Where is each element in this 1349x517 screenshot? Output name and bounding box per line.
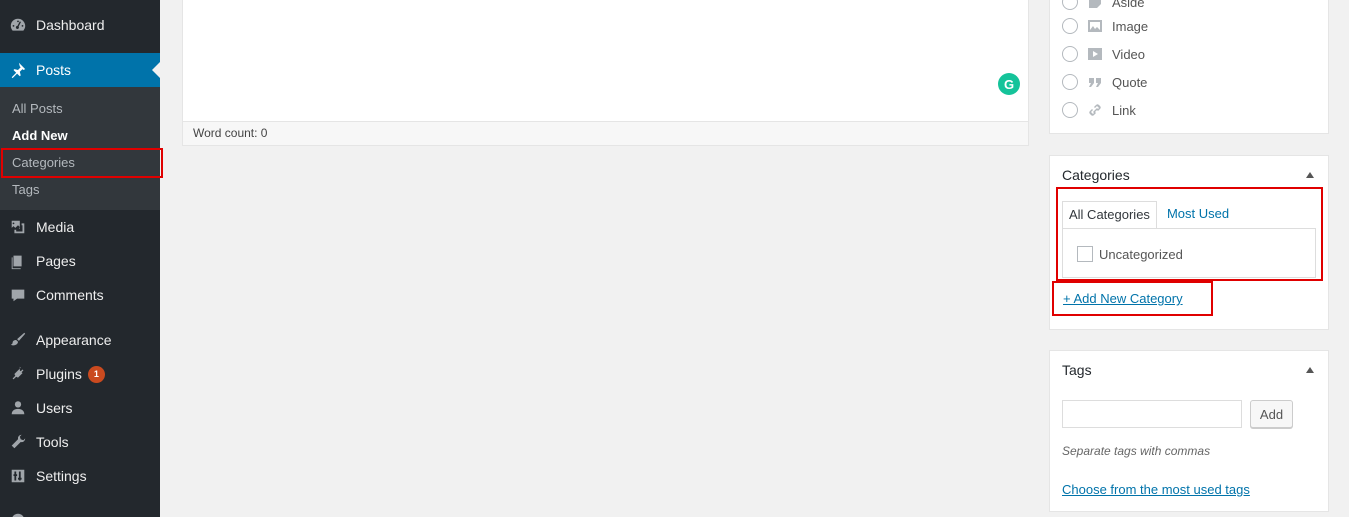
menu-label: Tools xyxy=(36,434,69,450)
admin-sidebar: Dashboard Posts All Posts Add New Catego… xyxy=(0,0,160,517)
menu-dashboard[interactable]: Dashboard xyxy=(0,8,160,42)
menu-label: Posts xyxy=(36,62,72,78)
video-icon xyxy=(1086,46,1104,62)
menu-label: Comments xyxy=(36,287,104,303)
menu-label: Media xyxy=(36,219,75,235)
radio-button[interactable] xyxy=(1062,74,1078,90)
radio-button[interactable] xyxy=(1062,46,1078,62)
format-label: Video xyxy=(1112,46,1146,62)
box-title: Tags xyxy=(1062,362,1092,378)
aside-icon xyxy=(1086,0,1104,10)
menu-appearance[interactable]: Appearance xyxy=(0,323,160,357)
pages-icon xyxy=(0,252,36,270)
submenu-all-posts[interactable]: All Posts xyxy=(12,101,63,116)
quote-icon xyxy=(1086,74,1104,90)
post-editor[interactable]: G Word count: 0 xyxy=(182,0,1029,146)
media-icon xyxy=(0,218,36,236)
format-label: Aside xyxy=(1112,0,1145,10)
format-option-quote[interactable]: Quote xyxy=(1062,74,1147,90)
format-option-aside[interactable]: Aside xyxy=(1062,0,1145,10)
radio-button[interactable] xyxy=(1062,18,1078,34)
menu-posts[interactable]: Posts xyxy=(0,53,160,87)
highlight-add-new-category xyxy=(1052,281,1213,316)
choose-most-used-tags-link[interactable]: Choose from the most used tags xyxy=(1062,482,1250,497)
word-count: Word count: 0 xyxy=(193,126,268,140)
submenu-tags[interactable]: Tags xyxy=(12,182,39,197)
tags-box: Tags Add Separate tags with commas Choos… xyxy=(1049,350,1329,512)
menu-label: Appearance xyxy=(36,332,112,348)
collapse-arrow-icon[interactable] xyxy=(1306,172,1314,178)
highlight-category-panel xyxy=(1056,187,1323,281)
menu-label: Plugins xyxy=(36,366,82,382)
menu-tools[interactable]: Tools xyxy=(0,425,160,459)
format-label: Quote xyxy=(1112,74,1148,90)
menu-label: Dashboard xyxy=(36,17,105,33)
menu-label: Pages xyxy=(36,253,76,269)
box-title: Categories xyxy=(1062,167,1130,183)
menu-label: Settings xyxy=(36,468,87,484)
menu-plugins[interactable]: Plugins 1 xyxy=(0,357,160,391)
menu-settings[interactable]: Settings xyxy=(0,459,160,493)
radio-button[interactable] xyxy=(1062,102,1078,118)
menu-partial-icon xyxy=(0,511,36,517)
plugin-icon xyxy=(0,365,36,383)
menu-partial-item[interactable] xyxy=(0,503,160,517)
highlight-categories-submenu xyxy=(1,148,163,178)
menu-users[interactable]: Users xyxy=(0,391,160,425)
settings-sliders-icon xyxy=(0,467,36,485)
format-label: Image xyxy=(1112,18,1149,34)
submenu-add-new[interactable]: Add New xyxy=(12,128,68,143)
menu-media[interactable]: Media xyxy=(0,210,160,244)
format-option-image[interactable]: Image xyxy=(1062,18,1148,34)
dashboard-icon xyxy=(0,16,36,34)
paintbrush-icon xyxy=(0,331,36,349)
format-option-link[interactable]: Link xyxy=(1062,102,1136,118)
grammarly-icon[interactable]: G xyxy=(998,73,1020,95)
menu-label: Users xyxy=(36,400,73,416)
editor-status-bar: Word count: 0 xyxy=(183,121,1028,145)
link-icon xyxy=(1086,102,1104,118)
collapse-arrow-icon[interactable] xyxy=(1306,367,1314,373)
format-label: Link xyxy=(1112,102,1136,118)
format-box: Aside Image Video Quote Link xyxy=(1049,0,1329,134)
comments-icon xyxy=(0,286,36,304)
users-icon xyxy=(0,399,36,417)
update-count-badge: 1 xyxy=(87,365,105,383)
image-icon xyxy=(1086,18,1104,34)
menu-pages[interactable]: Pages xyxy=(0,244,160,278)
wrench-icon xyxy=(0,433,36,451)
pushpin-icon xyxy=(0,61,36,79)
tag-input[interactable] xyxy=(1062,400,1242,428)
tag-hint: Separate tags with commas xyxy=(1062,444,1211,458)
format-option-video[interactable]: Video xyxy=(1062,46,1145,62)
menu-comments[interactable]: Comments xyxy=(0,278,160,312)
active-indicator xyxy=(152,62,160,78)
radio-button[interactable] xyxy=(1062,0,1078,10)
add-tag-button[interactable]: Add xyxy=(1250,400,1293,428)
